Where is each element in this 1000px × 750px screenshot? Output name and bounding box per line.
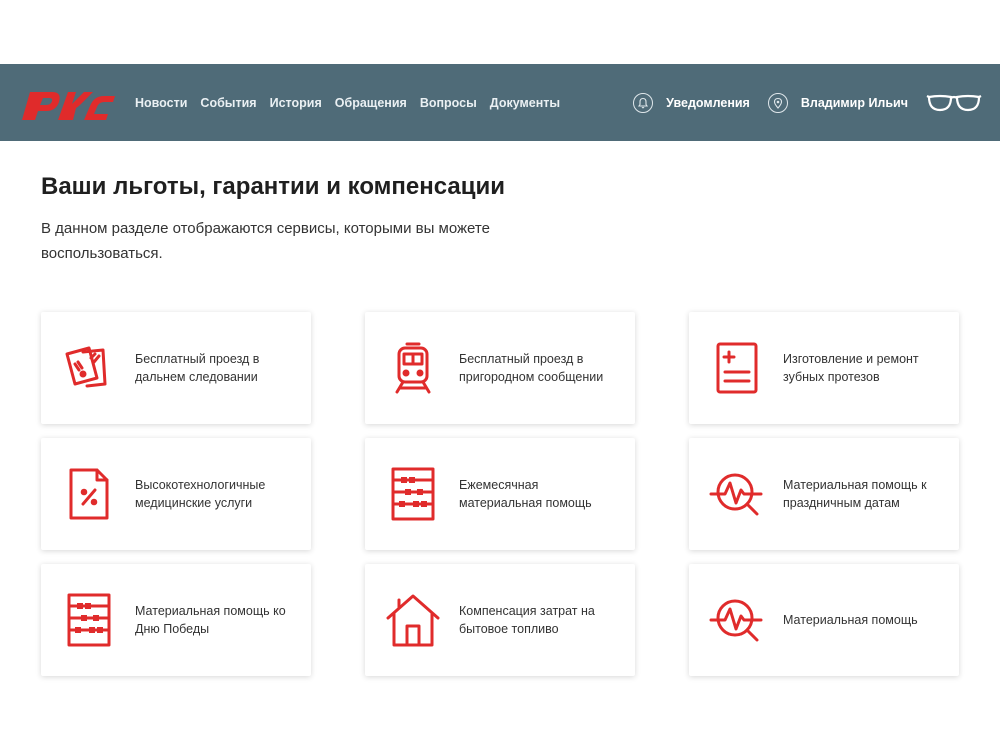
benefit-card-long-distance-travel[interactable]: Бесплатный проезд в дальнем следовании xyxy=(41,312,311,424)
benefit-card-monthly-aid[interactable]: Ежемесячная материальная помощь xyxy=(365,438,635,550)
notifications-label: Уведомления xyxy=(666,95,750,110)
percent-document-icon xyxy=(61,466,117,522)
benefit-card-title: Бесплатный проезд в пригородном сообщени… xyxy=(459,352,604,384)
abacus-icon xyxy=(61,592,117,648)
pulse-search-icon xyxy=(709,466,765,522)
benefit-card-title: Бесплатный проезд в дальнем следовании xyxy=(135,352,260,384)
benefit-card-title: Материальная помощь к праздничным датам xyxy=(783,478,927,510)
nav-item-documents[interactable]: Документы xyxy=(490,96,560,110)
pulse-search-icon xyxy=(709,592,765,648)
location-pin-icon xyxy=(767,92,788,113)
page-title: Ваши льготы, гарантии и компенсации xyxy=(41,173,506,200)
benefit-card-fuel-compensation[interactable]: Компенсация затрат на бытовое топливо xyxy=(365,564,635,676)
notifications-button[interactable]: Уведомления xyxy=(633,92,750,113)
nav-item-questions[interactable]: Вопросы xyxy=(420,96,477,110)
main-nav: Новости События История Обращения Вопрос… xyxy=(135,64,573,141)
rzd-logo-icon[interactable] xyxy=(18,84,118,124)
top-header: Новости События История Обращения Вопрос… xyxy=(0,64,1000,141)
abacus-icon xyxy=(385,466,441,522)
medical-document-icon xyxy=(709,340,765,396)
accessibility-glasses-icon[interactable] xyxy=(926,91,982,115)
nav-item-news[interactable]: Новости xyxy=(135,96,187,110)
user-name: Владимир Ильич xyxy=(800,95,908,110)
nav-item-history[interactable]: История xyxy=(270,96,322,110)
tickets-icon xyxy=(61,340,117,396)
benefit-card-title: Компенсация затрат на бытовое топливо xyxy=(459,604,595,636)
house-icon xyxy=(385,592,441,648)
benefit-card-material-aid[interactable]: Материальная помощь xyxy=(689,564,959,676)
nav-item-events[interactable]: События xyxy=(200,96,256,110)
benefit-card-hitech-medical[interactable]: Высокотехнологичные медицинские услуги xyxy=(41,438,311,550)
train-icon xyxy=(385,340,441,396)
benefit-card-title: Материальная помощь ко Дню Победы xyxy=(135,604,286,636)
benefit-card-title: Изготовление и ремонт зубных протезов xyxy=(783,352,919,384)
page-description: В данном разделе отображаются сервисы, к… xyxy=(41,220,490,262)
benefit-card-title: Ежемесячная материальная помощь xyxy=(459,478,592,510)
nav-item-appeals[interactable]: Обращения xyxy=(335,96,407,110)
user-profile-button[interactable]: Владимир Ильич xyxy=(767,92,908,113)
benefit-card-dental-prosthetics[interactable]: Изготовление и ремонт зубных протезов xyxy=(689,312,959,424)
benefits-grid: Бесплатный проезд в дальнем следовании Б… xyxy=(41,312,960,676)
benefit-card-victory-day-aid[interactable]: Материальная помощь ко Дню Победы xyxy=(41,564,311,676)
benefit-card-title: Высокотехнологичные медицинские услуги xyxy=(135,478,266,510)
benefit-card-holiday-aid[interactable]: Материальная помощь к праздничным датам xyxy=(689,438,959,550)
benefit-card-suburban-travel[interactable]: Бесплатный проезд в пригородном сообщени… xyxy=(365,312,635,424)
bell-icon xyxy=(633,92,654,113)
benefit-card-title: Материальная помощь xyxy=(783,613,918,627)
header-actions: Уведомления Владимир Ильич xyxy=(615,64,982,141)
